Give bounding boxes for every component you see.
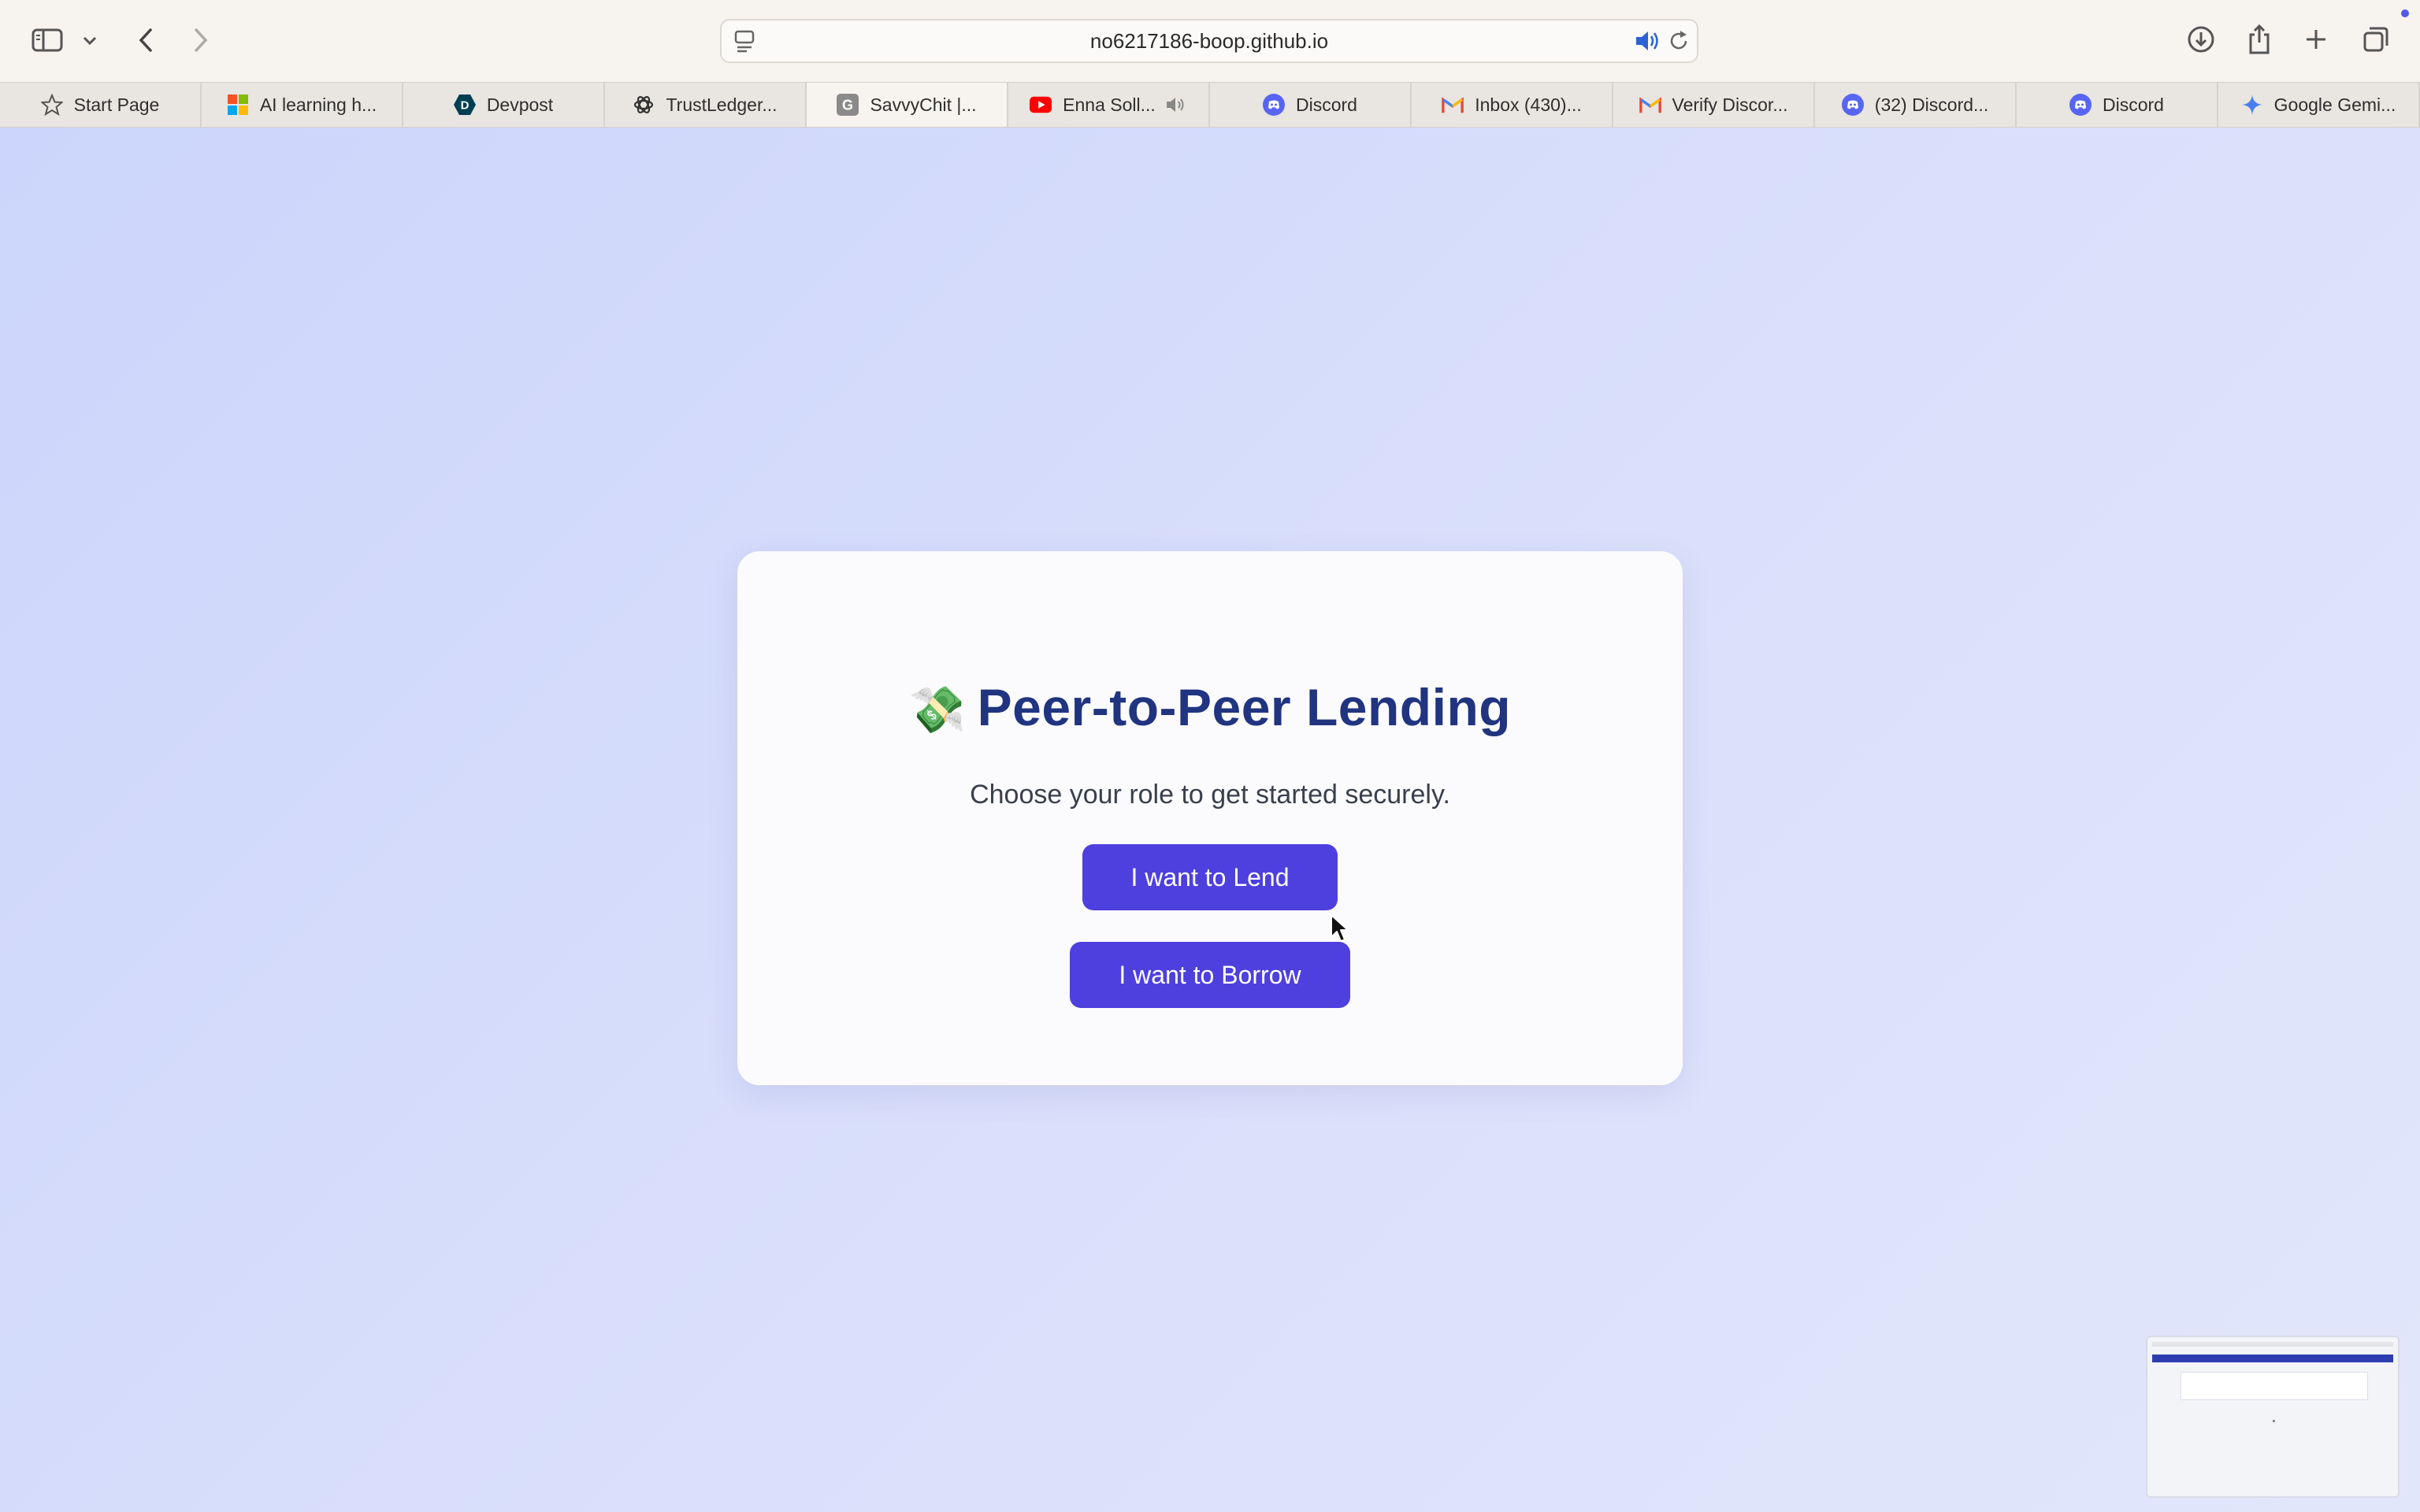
tab-enna-soll[interactable]: Enna Soll... [1008,83,1210,127]
downloads-icon[interactable] [2185,24,2217,55]
audio-playing-icon[interactable] [1634,28,1661,57]
tab-verify-discord[interactable]: Verify Discor... [1613,83,1815,127]
sidebar-toggle-icon[interactable] [30,27,65,54]
page-title: 💸 Peer-to-Peer Lending [737,677,1683,737]
new-tab-icon[interactable] [2300,24,2332,55]
tab-trustledger[interactable]: TrustLedger... [605,83,807,127]
tab-label: Discord [2103,94,2164,115]
openai-icon [633,94,655,116]
tab-label: Start Page [73,94,160,115]
tab-label: AI learning h... [259,94,377,115]
tab-discord-2[interactable]: Discord [2017,83,2218,127]
discord-icon [2069,94,2092,116]
url-text: no6217186-boop.github.io [1089,29,1329,53]
tab-label: (32) Discord... [1874,94,1989,115]
subtitle: Choose your role to get started securely… [970,780,1450,810]
mouse-cursor-icon [1330,914,1350,947]
svg-text:G: G [842,98,853,113]
discord-icon [1263,94,1286,116]
browser-toolbar: no6217186-boop.github.io [0,0,2420,82]
devpost-icon: D [453,94,476,116]
address-bar[interactable]: no6217186-boop.github.io [720,19,1698,63]
thumb-header-bar [2152,1354,2393,1362]
tab-label: SavvyChit |... [870,94,977,115]
tab-overview-icon[interactable] [2360,24,2392,55]
gmail-icon [1639,94,1661,116]
tab-discord-32[interactable]: (32) Discord... [1815,83,2017,127]
discord-icon [1841,94,1864,116]
thumb-chrome [2152,1342,2393,1347]
chevron-down-icon[interactable] [80,32,99,50]
star-icon [40,94,63,116]
tab-label: Enna Soll... [1063,94,1156,115]
speaker-icon[interactable] [1165,95,1187,114]
tab-google-gemini[interactable]: Google Gemi... [2218,83,2420,127]
borrow-button[interactable]: I want to Borrow [1070,942,1350,1008]
back-icon[interactable] [134,25,158,55]
money-wings-icon: 💸 [908,684,967,736]
g-icon: G [837,94,859,116]
page-background: 💸 Peer-to-Peer Lending Choose your role t… [0,128,2420,1512]
role-selection-card: 💸 Peer-to-Peer Lending Choose your role t… [737,551,1683,1085]
tab-label: Devpost [486,94,554,115]
tab-ai-learning[interactable]: AI learning h... [202,83,403,127]
thumb-dot [2273,1420,2275,1422]
tab-start-page[interactable]: Start Page [0,83,202,127]
tab-discord[interactable]: Discord [1210,83,1412,127]
tab-label: Verify Discor... [1672,94,1788,115]
gmail-icon [1442,94,1464,116]
notification-dot [2401,9,2409,17]
share-icon[interactable] [2244,22,2275,57]
reload-icon[interactable] [1667,28,1691,57]
tab-bar: Start Page AI learning h... D Devpost Tr… [0,82,2420,128]
gemini-icon [2241,94,2263,116]
tab-devpost[interactable]: D Devpost [403,83,605,127]
youtube-icon [1030,94,1052,116]
tab-label: Inbox (430)... [1475,94,1582,115]
microsoft-icon [227,94,249,116]
tab-label: Google Gemi... [2273,94,2396,115]
tab-label: Discord [1296,94,1357,115]
svg-text:D: D [460,99,469,113]
tab-label: TrustLedger... [666,94,778,115]
thumb-card [2181,1372,2368,1400]
forward-icon[interactable] [189,25,213,55]
title-text: Peer-to-Peer Lending [977,678,1512,736]
tab-inbox[interactable]: Inbox (430)... [1412,83,1613,127]
lend-button[interactable]: I want to Lend [1082,844,1338,910]
page-preview-thumbnail[interactable] [2146,1336,2400,1498]
tab-savvychit[interactable]: G SavvyChit |... [807,83,1008,127]
